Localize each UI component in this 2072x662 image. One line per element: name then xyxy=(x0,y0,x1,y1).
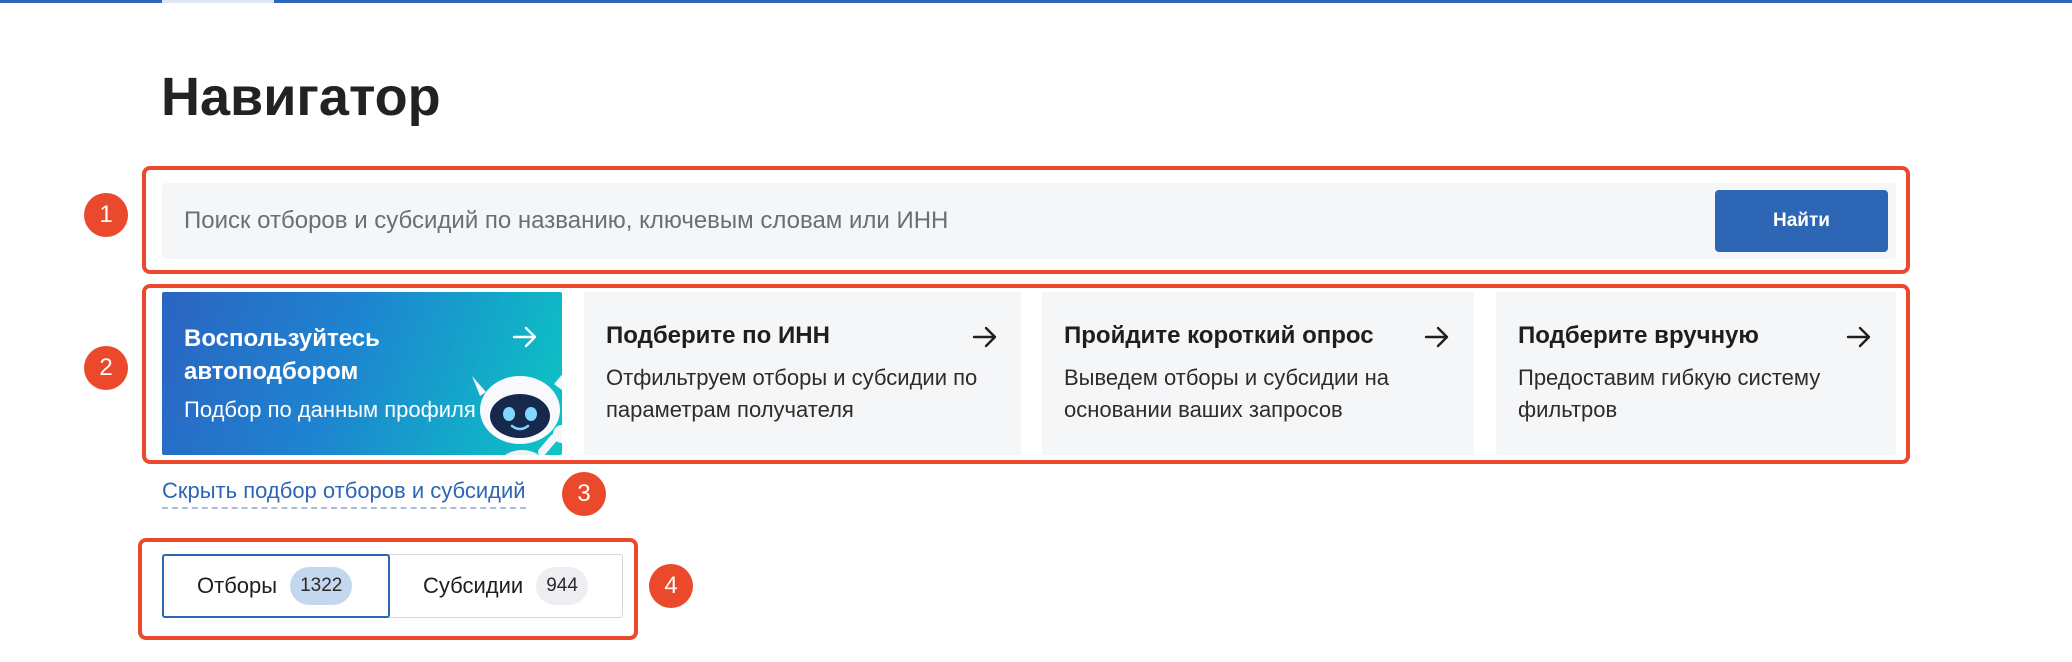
annotation-number-4: 4 xyxy=(649,564,693,608)
page-title: Навигатор xyxy=(161,67,441,127)
annotation-number-2: 2 xyxy=(84,346,128,390)
annotation-number-1: 1 xyxy=(84,193,128,237)
top-progress-line xyxy=(0,0,2072,3)
annotation-box-4 xyxy=(138,538,638,640)
annotation-number-3: 3 xyxy=(562,472,606,516)
annotation-box-1 xyxy=(142,166,1910,274)
top-line-highlight xyxy=(162,0,274,3)
hide-selection-link[interactable]: Скрыть подбор отборов и субсидий xyxy=(162,478,526,509)
annotation-box-2 xyxy=(142,284,1910,464)
